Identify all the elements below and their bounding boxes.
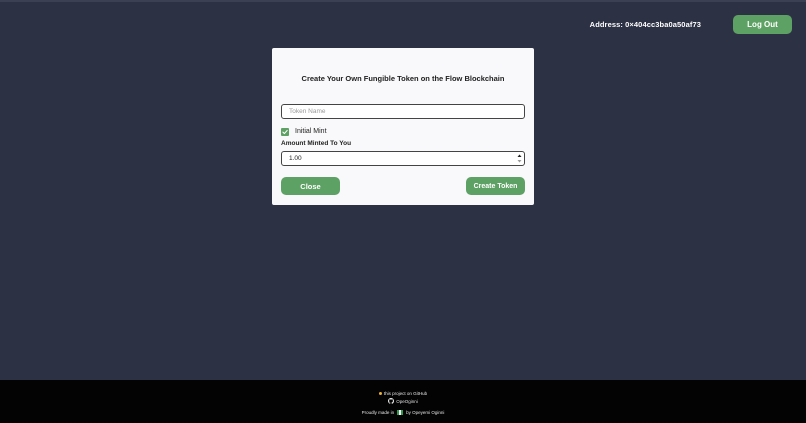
github-star-line[interactable]: this project on GitHub	[0, 391, 806, 396]
initial-mint-checkbox[interactable]	[281, 128, 289, 136]
github-user-line[interactable]: OpeOginni	[0, 398, 806, 404]
amount-input[interactable]: 1.00	[281, 151, 525, 166]
modal-title: Create Your Own Fungible Token on the Fl…	[301, 74, 505, 83]
amount-label: Amount Minted To You	[281, 140, 352, 147]
github-icon	[388, 398, 395, 404]
made-in-prefix: Proudly made in	[361, 410, 395, 415]
github-username[interactable]: OpeOginni	[396, 399, 418, 404]
top-border	[0, 0, 806, 2]
nigeria-flag-icon	[397, 410, 404, 415]
github-link[interactable]: this project on GitHub	[384, 391, 427, 396]
amount-value: 1.00	[289, 155, 302, 162]
check-icon	[282, 129, 288, 135]
number-spinner-icon[interactable]	[517, 153, 522, 164]
star-icon	[378, 392, 382, 395]
made-in-line: Proudly made in by Opeyemi Oginni	[0, 410, 806, 415]
create-token-button[interactable]: Create Token	[466, 177, 525, 195]
token-name-input[interactable]	[281, 104, 525, 119]
footer: this project on GitHub OpeOginni Proudly…	[0, 380, 806, 423]
close-button[interactable]: Close	[281, 177, 340, 195]
logout-button[interactable]: Log Out	[733, 15, 792, 34]
create-token-modal: Create Your Own Fungible Token on the Fl…	[272, 48, 534, 205]
initial-mint-label: Initial Mint	[295, 128, 327, 135]
made-in-suffix: by Opeyemi Oginni	[406, 410, 445, 415]
wallet-address: Address: 0×404cc3ba0a50af73	[589, 20, 701, 29]
